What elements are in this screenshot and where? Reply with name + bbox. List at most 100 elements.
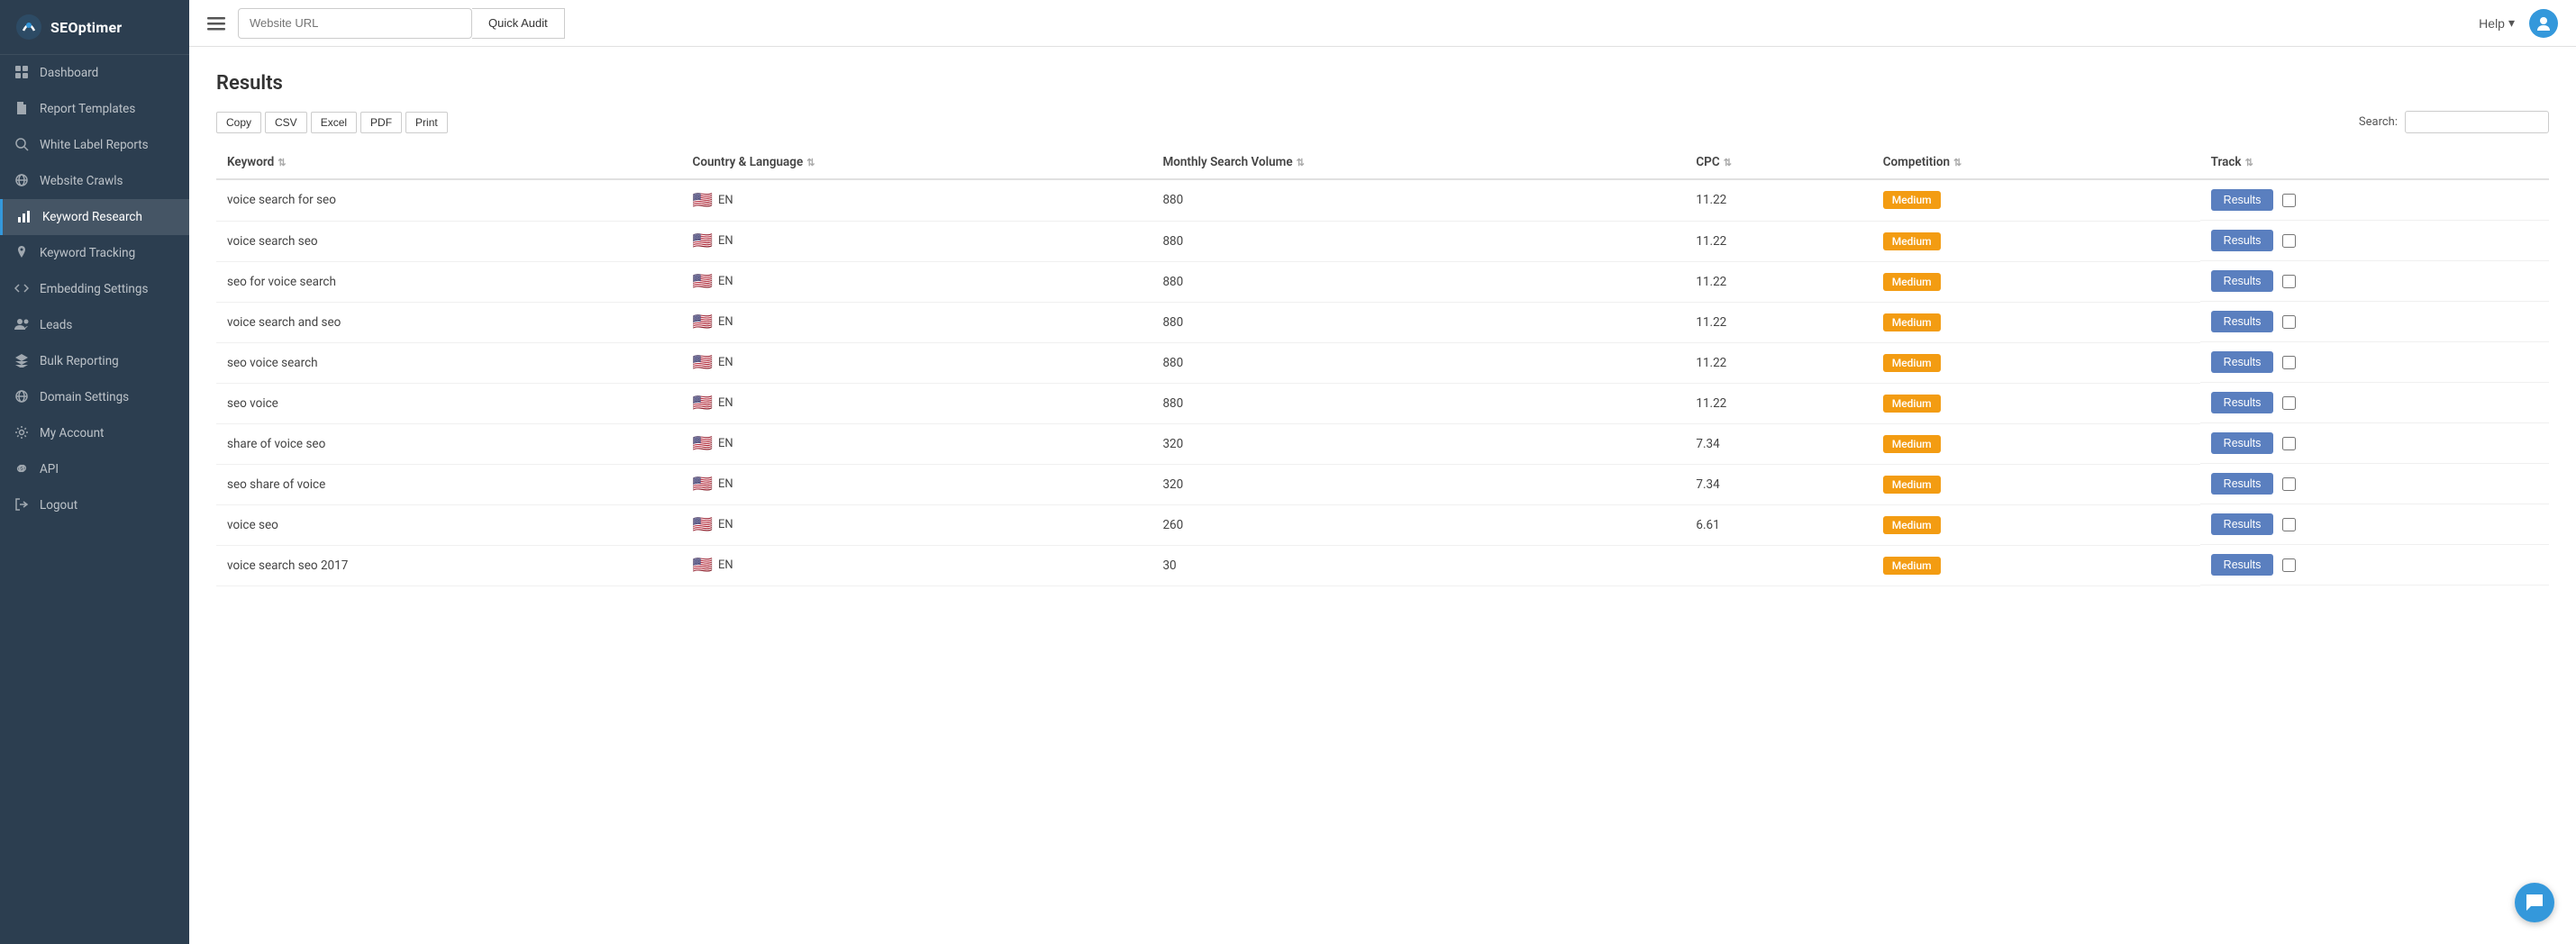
chevron-down-icon: ▾ <box>2508 15 2515 31</box>
cpc-cell: 6.61 <box>1685 504 1871 545</box>
results-button[interactable]: Results <box>2211 513 2274 535</box>
country-cell: 🇺🇸EN <box>682 383 1152 423</box>
col-keyword[interactable]: Keyword⇅ <box>216 146 682 179</box>
sidebar-item-website-crawls[interactable]: Website Crawls <box>0 163 189 199</box>
country-cell: 🇺🇸EN <box>682 221 1152 261</box>
cpc-cell: 11.22 <box>1685 261 1871 302</box>
sidebar-item-report-templates[interactable]: Report Templates <box>0 91 189 127</box>
competition-badge: Medium <box>1883 516 1941 534</box>
sidebar-item-bulk-reporting[interactable]: Bulk Reporting <box>0 343 189 379</box>
table-row: seo share of voice🇺🇸EN3207.34Medium Resu… <box>216 464 2549 504</box>
col-competition[interactable]: Competition⇅ <box>1872 146 2200 179</box>
competition-cell: Medium <box>1872 342 2200 383</box>
results-button[interactable]: Results <box>2211 554 2274 576</box>
sidebar-item-keyword-tracking[interactable]: Keyword Tracking <box>0 235 189 271</box>
keyword-cell: voice search seo <box>216 221 682 261</box>
col-country-&-language[interactable]: Country & Language⇅ <box>682 146 1152 179</box>
results-button[interactable]: Results <box>2211 432 2274 454</box>
sidebar-item-leads[interactable]: Leads <box>0 307 189 343</box>
track-checkbox[interactable] <box>2282 477 2296 491</box>
track-checkbox[interactable] <box>2282 437 2296 450</box>
track-checkbox[interactable] <box>2282 275 2296 288</box>
track-checkbox[interactable] <box>2282 396 2296 410</box>
flag-icon: 🇺🇸 <box>693 353 713 372</box>
action-buttons: CopyCSVExcelPDFPrint <box>216 112 451 133</box>
sidebar-item-label: Website Crawls <box>40 174 123 188</box>
results-button[interactable]: Results <box>2211 230 2274 251</box>
print-button[interactable]: Print <box>405 112 448 133</box>
sidebar-item-label: My Account <box>40 426 104 440</box>
table-search-input[interactable] <box>2405 111 2549 133</box>
copy-button[interactable]: Copy <box>216 112 261 133</box>
keyword-cell: voice search seo 2017 <box>216 545 682 585</box>
results-button[interactable]: Results <box>2211 392 2274 413</box>
sidebar-item-my-account[interactable]: My Account <box>0 415 189 451</box>
country-cell: 🇺🇸EN <box>682 464 1152 504</box>
results-button[interactable]: Results <box>2211 189 2274 211</box>
country-cell: 🇺🇸EN <box>682 545 1152 585</box>
sort-icon: ⇅ <box>1953 157 1962 168</box>
flag-icon: 🇺🇸 <box>693 313 713 331</box>
track-cell: Results <box>2200 464 2549 504</box>
logout-icon <box>14 497 31 513</box>
track-checkbox[interactable] <box>2282 518 2296 531</box>
track-checkbox[interactable] <box>2282 558 2296 572</box>
table-row: voice seo🇺🇸EN2606.61Medium Results <box>216 504 2549 545</box>
country-cell: 🇺🇸EN <box>682 342 1152 383</box>
col-monthly-search-volume[interactable]: Monthly Search Volume⇅ <box>1151 146 1685 179</box>
sidebar-item-label: Dashboard <box>40 66 98 80</box>
volume-cell: 320 <box>1151 464 1685 504</box>
volume-cell: 260 <box>1151 504 1685 545</box>
excel-button[interactable]: Excel <box>311 112 357 133</box>
help-button[interactable]: Help ▾ <box>2479 15 2515 31</box>
sidebar-item-dashboard[interactable]: Dashboard <box>0 55 189 91</box>
user-avatar[interactable] <box>2529 9 2558 38</box>
sidebar-item-label: Keyword Research <box>42 210 142 224</box>
track-checkbox[interactable] <box>2282 356 2296 369</box>
sort-icon: ⇅ <box>1297 157 1305 168</box>
competition-cell: Medium <box>1872 504 2200 545</box>
track-checkbox[interactable] <box>2282 194 2296 207</box>
flag-icon: 🇺🇸 <box>693 515 713 534</box>
main-area: Quick Audit Help ▾ Results CopyCSVExcelP… <box>189 0 2576 944</box>
sidebar-item-embedding-settings[interactable]: Embedding Settings <box>0 271 189 307</box>
topbar-right: Help ▾ <box>2479 9 2558 38</box>
csv-button[interactable]: CSV <box>265 112 307 133</box>
table-row: voice search for seo🇺🇸EN88011.22Medium R… <box>216 179 2549 221</box>
results-button[interactable]: Results <box>2211 311 2274 332</box>
track-checkbox[interactable] <box>2282 234 2296 248</box>
sidebar-item-label: Leads <box>40 318 72 332</box>
track-cell: Results <box>2200 261 2549 302</box>
sidebar: SEOptimer Dashboard Report Templates Whi… <box>0 0 189 944</box>
flag-icon: 🇺🇸 <box>693 434 713 453</box>
search-label: Search: <box>2359 115 2398 129</box>
sidebar-item-keyword-research[interactable]: Keyword Research <box>0 199 189 235</box>
search-container: Search: <box>2359 111 2549 133</box>
competition-cell: Medium <box>1872 423 2200 464</box>
sidebar-item-white-label-reports[interactable]: White Label Reports <box>0 127 189 163</box>
col-cpc[interactable]: CPC⇅ <box>1685 146 1871 179</box>
volume-cell: 320 <box>1151 423 1685 464</box>
sidebar-item-label: White Label Reports <box>40 138 149 152</box>
results-button[interactable]: Results <box>2211 270 2274 292</box>
competition-badge: Medium <box>1883 354 1941 372</box>
col-track[interactable]: Track⇅ <box>2200 146 2549 179</box>
track-checkbox[interactable] <box>2282 315 2296 329</box>
sidebar-item-logout[interactable]: Logout <box>0 487 189 523</box>
settings-icon <box>14 425 31 441</box>
results-button[interactable]: Results <box>2211 473 2274 495</box>
chat-bubble-button[interactable] <box>2515 883 2554 922</box>
flag-icon: 🇺🇸 <box>693 475 713 494</box>
track-cell: Results <box>2200 342 2549 383</box>
content-area: Results CopyCSVExcelPDFPrint Search: Key… <box>189 47 2576 944</box>
pdf-button[interactable]: PDF <box>360 112 402 133</box>
results-button[interactable]: Results <box>2211 351 2274 373</box>
quick-audit-button[interactable]: Quick Audit <box>472 8 565 39</box>
competition-cell: Medium <box>1872 464 2200 504</box>
sidebar-item-api[interactable]: API <box>0 451 189 487</box>
sidebar-item-domain-settings[interactable]: Domain Settings <box>0 379 189 415</box>
menu-toggle-button[interactable] <box>207 14 225 32</box>
cpc-cell: 11.22 <box>1685 342 1871 383</box>
competition-cell: Medium <box>1872 302 2200 342</box>
url-input[interactable] <box>238 8 472 39</box>
